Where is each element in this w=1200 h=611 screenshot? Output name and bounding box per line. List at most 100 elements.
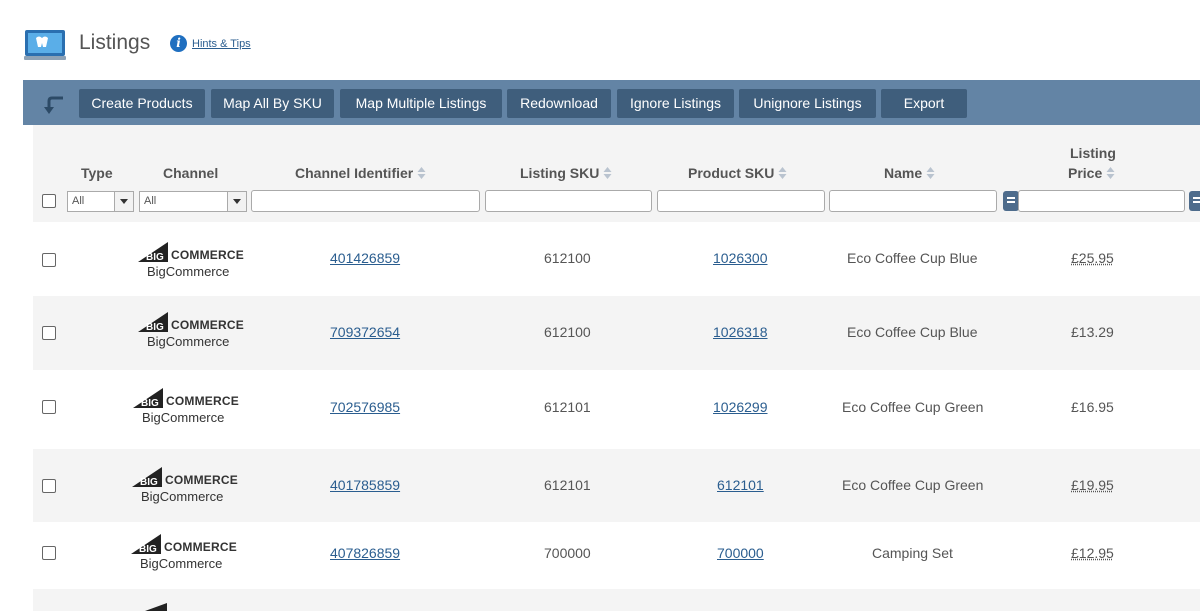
bigcommerce-logo-icon: BIG bbox=[138, 242, 172, 264]
type-filter-select[interactable]: All bbox=[67, 191, 134, 212]
type-filter-value: All bbox=[72, 195, 84, 207]
bigcommerce-logo-icon bbox=[145, 603, 169, 611]
listing-sku-filter-input[interactable] bbox=[485, 190, 652, 212]
bigcommerce-logo: BIG COMMERCE BigCommerce bbox=[131, 534, 241, 574]
ignore-listings-button[interactable]: Ignore Listings bbox=[617, 89, 734, 118]
listing-price[interactable]: £13.29 bbox=[1071, 324, 1114, 340]
listing-sku: 700000 bbox=[544, 545, 591, 561]
product-sku-link[interactable]: 1026299 bbox=[713, 399, 768, 415]
listing-price[interactable]: £12.95 bbox=[1071, 545, 1114, 561]
column-header-channel-identifier[interactable]: Channel Identifier bbox=[295, 165, 426, 181]
create-products-button[interactable]: Create Products bbox=[79, 89, 205, 118]
svg-text:BIG: BIG bbox=[141, 398, 159, 409]
row-checkbox[interactable] bbox=[42, 253, 56, 267]
column-header-product-sku[interactable]: Product SKU bbox=[688, 165, 787, 181]
product-name: Eco Coffee Cup Blue bbox=[847, 250, 978, 266]
column-header-product-sku-label: Product SKU bbox=[688, 165, 774, 181]
listing-sku: 612100 bbox=[544, 324, 591, 340]
listing-sku: 612101 bbox=[544, 477, 591, 493]
channel-identifier-link[interactable]: 401785859 bbox=[330, 477, 400, 493]
map-all-by-sku-button[interactable]: Map All By SKU bbox=[211, 89, 334, 118]
select-all-checkbox[interactable] bbox=[42, 194, 56, 208]
bigcommerce-logo-text: COMMERCE bbox=[164, 540, 237, 554]
table-row[interactable] bbox=[33, 589, 1200, 611]
product-sku-link[interactable]: 1026318 bbox=[713, 324, 768, 340]
column-header-listing-sku[interactable]: Listing SKU bbox=[520, 165, 612, 181]
bigcommerce-logo-text: COMMERCE bbox=[166, 394, 239, 408]
column-header-name[interactable]: Name bbox=[884, 165, 935, 181]
svg-text:BIG: BIG bbox=[139, 544, 157, 555]
listing-sku: 612101 bbox=[544, 399, 591, 415]
listing-price[interactable]: £19.95 bbox=[1071, 477, 1114, 493]
unignore-listings-button[interactable]: Unignore Listings bbox=[739, 89, 876, 118]
product-name: Eco Coffee Cup Green bbox=[842, 477, 983, 493]
sort-icon[interactable] bbox=[1106, 166, 1115, 180]
row-checkbox[interactable] bbox=[42, 546, 56, 560]
sort-icon[interactable] bbox=[417, 166, 426, 180]
column-header-type[interactable]: Type bbox=[81, 165, 113, 181]
redownload-button[interactable]: Redownload bbox=[507, 89, 611, 118]
filter-icon[interactable] bbox=[1003, 191, 1019, 211]
export-button[interactable]: Export bbox=[881, 89, 967, 118]
table-row[interactable]: BIG COMMERCE BigCommerce 407826859 70000… bbox=[33, 522, 1200, 589]
product-sku-link[interactable]: 1026300 bbox=[713, 250, 768, 266]
sort-icon[interactable] bbox=[603, 166, 612, 180]
column-header-listing-price-line1[interactable]: Listing bbox=[1070, 145, 1116, 161]
channel-identifier-link[interactable]: 401426859 bbox=[330, 250, 400, 266]
column-header-listing-sku-label: Listing SKU bbox=[520, 165, 599, 181]
listing-sku: 612100 bbox=[544, 250, 591, 266]
channel-identifier-link[interactable]: 702576985 bbox=[330, 399, 400, 415]
svg-text:BIG: BIG bbox=[146, 252, 164, 263]
column-header-listing-price[interactable]: Price bbox=[1068, 165, 1115, 181]
channel-name: BigCommerce bbox=[141, 489, 223, 504]
sort-icon[interactable] bbox=[926, 166, 935, 180]
laptop-icon bbox=[24, 29, 66, 61]
svg-text:BIG: BIG bbox=[140, 477, 158, 488]
info-icon[interactable]: i bbox=[170, 35, 187, 52]
listing-price[interactable]: £25.95 bbox=[1071, 250, 1114, 266]
bigcommerce-logo: BIG COMMERCE BigCommerce bbox=[138, 312, 248, 352]
table-row[interactable]: BIG COMMERCE BigCommerce 401785859 61210… bbox=[33, 449, 1200, 522]
bigcommerce-logo-text: COMMERCE bbox=[171, 318, 244, 332]
product-sku-link[interactable]: 700000 bbox=[717, 545, 764, 561]
channel-filter-value: All bbox=[144, 195, 156, 207]
product-sku-filter-input[interactable] bbox=[657, 190, 825, 212]
column-header-name-label: Name bbox=[884, 165, 922, 181]
back-arrow-icon[interactable] bbox=[43, 94, 65, 116]
chevron-down-icon bbox=[114, 192, 133, 211]
column-header-channel-identifier-label: Channel Identifier bbox=[295, 165, 413, 181]
product-sku-link[interactable]: 612101 bbox=[717, 477, 764, 493]
row-checkbox[interactable] bbox=[42, 326, 56, 340]
bigcommerce-logo-text: COMMERCE bbox=[171, 248, 244, 262]
hints-tips-link[interactable]: Hints & Tips bbox=[192, 38, 251, 50]
name-filter-input[interactable] bbox=[829, 190, 997, 212]
listing-price[interactable]: £16.95 bbox=[1071, 399, 1114, 415]
bigcommerce-logo-icon: BIG bbox=[131, 534, 165, 556]
channel-identifier-filter-input[interactable] bbox=[251, 190, 480, 212]
page-header: Listings i Hints & Tips bbox=[0, 0, 1200, 80]
channel-name: BigCommerce bbox=[140, 556, 222, 571]
filter-icon[interactable] bbox=[1189, 191, 1200, 211]
sort-icon[interactable] bbox=[778, 166, 787, 180]
map-multiple-listings-button[interactable]: Map Multiple Listings bbox=[340, 89, 502, 118]
table-row[interactable]: BIG COMMERCE BigCommerce 702576985 61210… bbox=[33, 370, 1200, 449]
channel-name: BigCommerce bbox=[142, 410, 224, 425]
channel-name: BigCommerce bbox=[147, 264, 229, 279]
channel-identifier-link[interactable]: 407826859 bbox=[330, 545, 400, 561]
bigcommerce-logo-text: COMMERCE bbox=[165, 473, 238, 487]
svg-text:BIG: BIG bbox=[146, 322, 164, 333]
row-checkbox[interactable] bbox=[42, 479, 56, 493]
channel-filter-select[interactable]: All bbox=[139, 191, 247, 212]
listing-price-filter-input[interactable] bbox=[1018, 190, 1185, 212]
bigcommerce-logo-icon: BIG bbox=[132, 467, 166, 489]
bigcommerce-logo-icon: BIG bbox=[138, 312, 172, 334]
bigcommerce-logo: BIG COMMERCE BigCommerce bbox=[138, 242, 248, 282]
table-row[interactable]: BIG COMMERCE BigCommerce 709372654 61210… bbox=[33, 296, 1200, 370]
product-name: Camping Set bbox=[872, 545, 953, 561]
column-header-channel[interactable]: Channel bbox=[163, 165, 218, 181]
product-name: Eco Coffee Cup Blue bbox=[847, 324, 978, 340]
channel-identifier-link[interactable]: 709372654 bbox=[330, 324, 400, 340]
table-row[interactable]: BIG COMMERCE BigCommerce 401426859 61210… bbox=[33, 222, 1200, 296]
column-header-listing-price-label: Price bbox=[1068, 165, 1102, 181]
row-checkbox[interactable] bbox=[42, 400, 56, 414]
